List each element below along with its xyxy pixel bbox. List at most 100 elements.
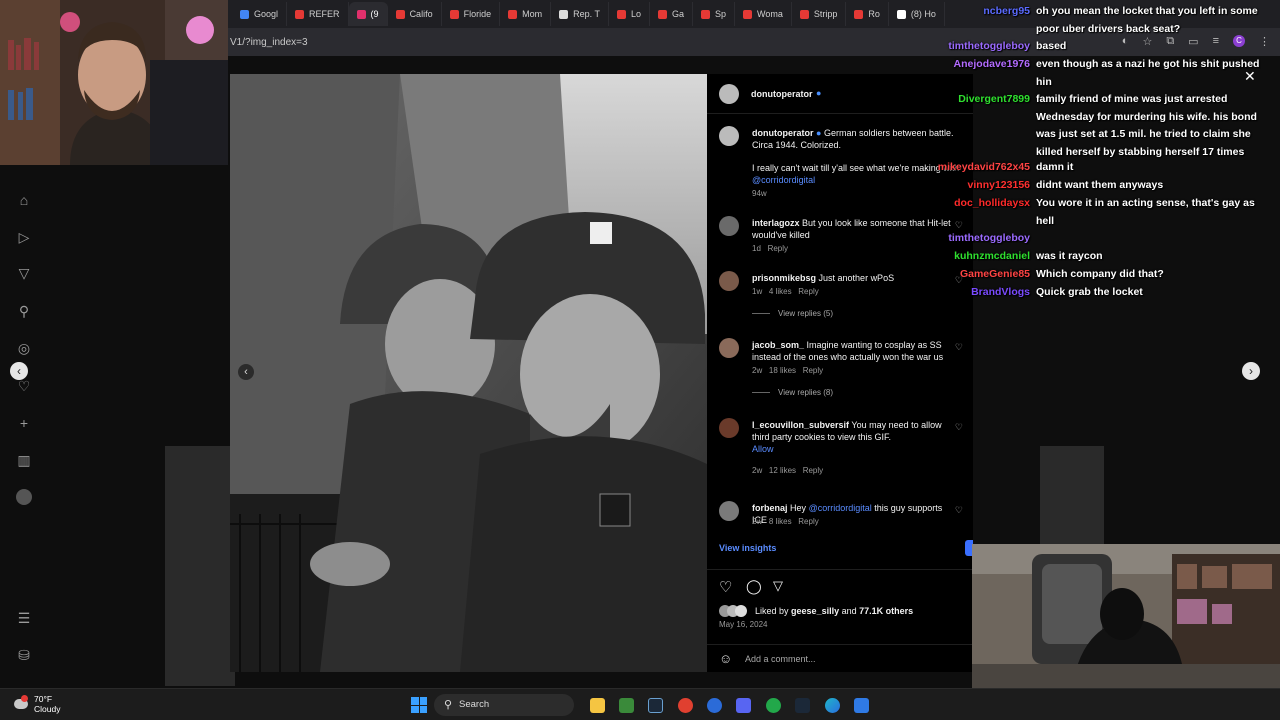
home-icon[interactable]: ⌂ [16, 192, 32, 208]
comment-avatar[interactable] [719, 501, 739, 521]
allow-cookies-link[interactable]: Allow [752, 444, 774, 454]
browser-tab[interactable]: Ro [846, 2, 889, 26]
tab-favicon-icon [743, 9, 752, 19]
chat-username: Anejodave1976 [953, 58, 1030, 70]
caption-mention[interactable]: @corridordigital [752, 175, 815, 185]
tab-favicon-icon [799, 9, 809, 19]
emoji-icon[interactable]: ☺ [719, 651, 732, 666]
previous-post-button[interactable]: ‹ [10, 362, 28, 380]
edge-icon[interactable] [825, 698, 840, 713]
chat-message: damn it [1036, 161, 1074, 173]
add-comment-input[interactable]: Add a comment... [745, 654, 816, 664]
app-icon[interactable] [619, 698, 634, 713]
discord-icon[interactable] [736, 698, 751, 713]
comment-text: Just another wPoS [818, 273, 895, 283]
browser-tab[interactable]: Mom [500, 2, 552, 26]
browser-tab[interactable]: Rep. T [551, 2, 609, 26]
comment-time: 2w [752, 366, 763, 375]
liked-by-user[interactable]: geese_silly [791, 606, 839, 616]
comment-mention[interactable]: @corridordigital [809, 503, 872, 513]
view-replies-link[interactable]: View replies (8) [778, 388, 833, 397]
comment-author[interactable]: forbenaj [752, 503, 788, 513]
taskbar-search-label: Search [459, 699, 490, 710]
comment-likes[interactable]: 12 likes [769, 466, 796, 475]
browser-tab[interactable]: Floride [442, 2, 501, 26]
weather-icon[interactable] [12, 695, 32, 715]
soldiers-photo-illustration [230, 74, 707, 672]
tab-favicon-icon [295, 9, 305, 19]
post-author[interactable]: donutoperator [751, 89, 813, 99]
heart-icon[interactable]: ♡ [16, 378, 32, 394]
browser-tab[interactable]: Ga [650, 2, 693, 26]
caption-avatar[interactable] [719, 126, 739, 146]
browser-tab[interactable]: Woma [735, 2, 792, 26]
image-prev-button[interactable]: ‹ [238, 364, 254, 380]
comment-likes[interactable]: 18 likes [769, 366, 796, 375]
comment-author[interactable]: jacob_som_ [752, 340, 804, 350]
reply-button[interactable]: Reply [798, 287, 818, 296]
webcam-feed [0, 0, 228, 165]
chat-username: ncberg95 [983, 5, 1030, 17]
author-avatar[interactable] [719, 84, 739, 104]
chat-username: timthetoggleboy [948, 40, 1030, 52]
create-icon[interactable]: + [16, 415, 32, 431]
comment-like-icon[interactable]: ♡ [955, 505, 963, 516]
comment-likes[interactable]: 8 likes [769, 517, 792, 526]
xbox-icon[interactable] [766, 698, 781, 713]
browser-tab[interactable]: REFER [287, 2, 349, 26]
weather-desc: Cloudy [34, 704, 61, 714]
reels-icon[interactable]: ▷ [16, 229, 32, 245]
comment-like-icon[interactable]: ♡ [955, 422, 963, 433]
comment-avatar[interactable] [719, 338, 739, 358]
apps-icon[interactable]: ⛁ [16, 647, 32, 663]
chrome-icon[interactable] [678, 698, 693, 713]
comment-icon[interactable]: ◯ [746, 578, 762, 595]
streamer-webcam [0, 0, 228, 165]
browser-tab[interactable]: Stripp [792, 2, 847, 26]
reply-button[interactable]: Reply [768, 244, 788, 253]
view-replies-link[interactable]: View replies (5) [778, 309, 833, 318]
browser-tab[interactable]: Sp [693, 2, 735, 26]
url-text[interactable]: V1/?img_index=3 [230, 37, 308, 48]
next-post-button[interactable]: › [1242, 362, 1260, 380]
comment-avatar[interactable] [719, 216, 739, 236]
caption-author[interactable]: donutoperator [752, 128, 814, 138]
compass-icon[interactable]: ◎ [16, 340, 32, 356]
comment-author[interactable]: l_ecouvillon_subversif [752, 420, 849, 430]
comment-like-icon[interactable]: ♡ [955, 342, 963, 353]
like-icon[interactable]: ♡ [719, 578, 732, 596]
chat-username: vinny123156 [967, 179, 1030, 191]
comment-author[interactable]: interlagozx [752, 218, 800, 228]
liked-by-prefix: Liked by [755, 606, 789, 616]
taskbar-search[interactable]: ⚲ Search [434, 694, 574, 716]
tab-label: Stripp [813, 9, 838, 19]
chat-username: GameGenie85 [959, 268, 1030, 280]
browser-tab[interactable]: Califo [388, 2, 442, 26]
background-post-card [1040, 446, 1104, 546]
app-icon[interactable] [707, 698, 722, 713]
start-icon[interactable] [411, 697, 427, 713]
steam-icon[interactable] [648, 698, 663, 713]
explore-icon[interactable]: ▽ [16, 265, 32, 281]
comment-likes[interactable]: 4 likes [769, 287, 792, 296]
comment-avatar[interactable] [719, 271, 739, 291]
share-icon[interactable]: ▽ [773, 578, 783, 594]
dashboard-icon[interactable]: ▥ [16, 452, 32, 468]
more-menu-icon[interactable]: ☰ [16, 610, 32, 626]
comment-author[interactable]: prisonmikebsg [752, 273, 816, 283]
profile-avatar[interactable] [16, 489, 32, 505]
steam-icon[interactable] [795, 698, 810, 713]
chat-message: oh you mean the locket that you left in … [1036, 5, 1258, 35]
browser-tab[interactable]: Lo [609, 2, 650, 26]
app-icon[interactable] [854, 698, 869, 713]
liked-by-others[interactable]: 77.1K others [859, 606, 913, 616]
search-icon[interactable]: ⚲ [16, 303, 32, 319]
browser-tab[interactable]: (9 [348, 2, 388, 26]
browser-tab[interactable]: Googl [232, 2, 288, 26]
reply-button[interactable]: Reply [803, 466, 823, 475]
reply-button[interactable]: Reply [798, 517, 818, 526]
reply-button[interactable]: Reply [803, 366, 823, 375]
comment-avatar[interactable] [719, 418, 739, 438]
view-insights-link[interactable]: View insights [719, 543, 776, 553]
file-explorer-icon[interactable] [590, 698, 605, 713]
